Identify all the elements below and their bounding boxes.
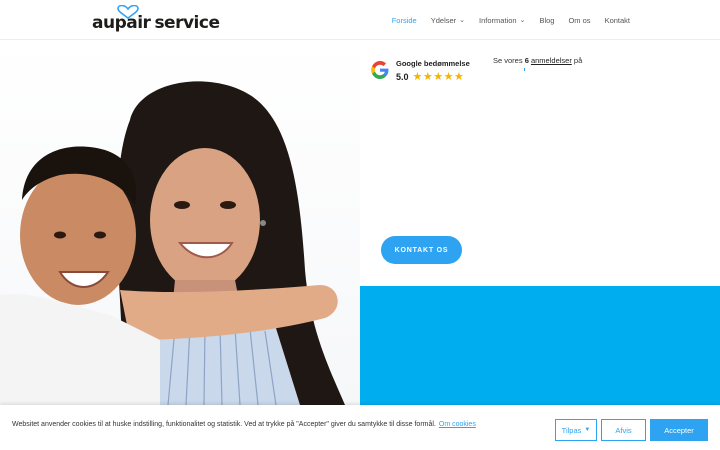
mother-and-child-photo xyxy=(0,81,345,405)
nav-label: Information xyxy=(479,15,517,25)
nav-label: Om os xyxy=(568,15,591,25)
blue-info-panel xyxy=(360,286,720,406)
nav-label: Ydelser xyxy=(430,15,457,25)
nav-label: Forside xyxy=(391,15,417,25)
cookie-message: Websitet anvender cookies til at huske i… xyxy=(12,421,436,428)
review-link-text: anmeldelser xyxy=(530,56,572,65)
nav-item-forside[interactable]: Forside xyxy=(392,16,417,25)
link-underline-mark xyxy=(524,68,525,71)
tilpas-label: Tilpas xyxy=(561,425,582,435)
review-link-suffix: på xyxy=(573,56,583,65)
chevron-down-icon: ⌄ xyxy=(459,17,466,24)
google-g-icon xyxy=(371,61,389,79)
nav-item-ydelser[interactable]: Ydelser ⌄ xyxy=(431,16,465,25)
review-text: Google bedømmelse 5.0 ★★★★★ xyxy=(396,58,470,83)
nav-item-kontakt[interactable]: Kontakt xyxy=(605,16,630,25)
nav-item-om-os[interactable]: Om os xyxy=(568,16,590,25)
logo-text-service: service xyxy=(154,13,220,33)
nav-item-blog[interactable]: Blog xyxy=(539,16,554,25)
review-link-prefix: Se vores xyxy=(493,56,523,65)
star-rating-icon: ★★★★★ xyxy=(412,70,465,83)
review-score-row: 5.0 ★★★★★ xyxy=(396,70,470,83)
nav-label: Blog xyxy=(539,15,555,25)
main-nav: Forside Ydelser ⌄ Information ⌄ Blog Om … xyxy=(378,0,630,40)
hero-photo xyxy=(0,40,360,405)
site-header: aupair service Forside Ydelser ⌄ Informa… xyxy=(0,0,720,40)
customize-cookies-button[interactable]: Tilpas ▼ xyxy=(555,419,597,441)
review-link[interactable]: Se vores 6 anmeldelser på xyxy=(493,56,582,65)
review-score: 5.0 xyxy=(396,71,409,82)
chevron-down-icon: ⌄ xyxy=(519,17,526,24)
google-review-badge[interactable]: Google bedømmelse 5.0 ★★★★★ xyxy=(370,55,470,85)
caret-down-icon: ▼ xyxy=(584,427,591,433)
review-count: 6 xyxy=(524,56,529,65)
reject-cookies-button[interactable]: Afvis xyxy=(601,419,646,441)
contact-us-button[interactable]: KONTAKT OS xyxy=(381,236,462,264)
review-title: Google bedømmelse xyxy=(396,58,470,68)
about-cookies-link[interactable]: Om cookies xyxy=(439,421,476,428)
nav-item-information[interactable]: Information ⌄ xyxy=(479,16,525,25)
cookie-text: Websitet anvender cookies til at huske i… xyxy=(12,421,476,428)
accept-cookies-button[interactable]: Accepter xyxy=(650,419,708,441)
nav-label: Kontakt xyxy=(604,15,630,25)
aupairservice-logo[interactable]: aupair service xyxy=(92,5,220,33)
heart-logo-icon xyxy=(117,5,139,19)
